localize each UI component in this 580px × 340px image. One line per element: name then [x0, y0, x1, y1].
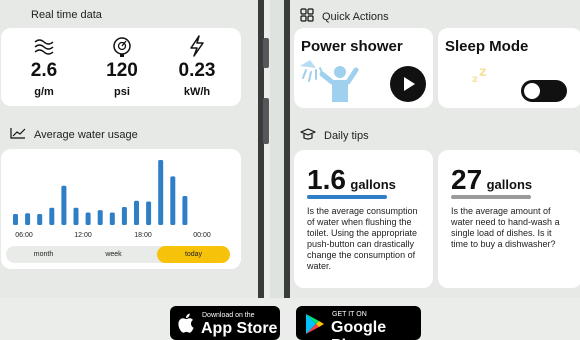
google-play-small-text: GET IT ON — [332, 311, 367, 318]
power-shower-label: Power shower — [301, 38, 403, 55]
left-phone-screen: Real time data 2.6 g/m 120 psi 0.23 kW/h — [0, 0, 264, 298]
tip-1-text: Is the average consumption of water when… — [307, 206, 418, 271]
apple-logo-icon — [178, 312, 196, 339]
usage-bar-11 — [146, 201, 152, 225]
app-store-badge[interactable]: Download on the App Store — [170, 306, 280, 340]
phone-gap — [270, 0, 284, 298]
range-month[interactable]: month — [6, 246, 81, 263]
usage-bar-chart — [13, 160, 188, 225]
range-week[interactable]: week — [76, 246, 151, 263]
lightning-bolt-icon — [162, 34, 232, 58]
sleep-mode-card: Sleep Mode z z — [438, 28, 580, 108]
app-store-big-text: App Store — [201, 320, 278, 337]
svg-text:z: z — [472, 74, 478, 85]
volume-button — [263, 38, 269, 68]
range-today[interactable]: today — [157, 246, 230, 263]
realtime-flow: 2.6 g/m — [9, 28, 79, 98]
usage-bar-2 — [37, 214, 43, 225]
flow-value: 2.6 — [30, 60, 58, 81]
realtime-title: Real time data — [31, 9, 102, 21]
usage-bar-7 — [97, 210, 103, 225]
pressure-unit: psi — [114, 86, 130, 98]
power-button — [263, 98, 269, 144]
tip-1-unit: gallons — [350, 177, 396, 192]
tip-2-headline: 27 gallons — [451, 164, 532, 196]
sleep-mode-label: Sleep Mode — [445, 38, 529, 55]
usage-bar-13 — [170, 176, 176, 225]
moon-zzz-icon: z z — [444, 62, 500, 111]
daily-tips-header: Daily tips — [300, 127, 369, 144]
usage-bar-0 — [13, 214, 18, 225]
usage-bar-9 — [121, 207, 127, 225]
tip-2-number: 27 — [451, 164, 483, 195]
tip-2-unit: gallons — [486, 177, 533, 192]
tip-2-accent-line — [451, 195, 531, 199]
usage-header: Average water usage — [10, 127, 138, 142]
app-store-small-text: Download on the — [202, 312, 255, 319]
sleep-mode-toggle[interactable] — [521, 80, 567, 102]
usage-bar-3 — [49, 207, 55, 225]
usage-bar-1 — [25, 213, 31, 225]
power-value: 0.23 — [178, 60, 216, 81]
water-waves-icon — [9, 34, 79, 58]
x-tick-1200: 12:00 — [74, 232, 92, 239]
tip-1-headline: 1.6 gallons — [307, 164, 396, 196]
tip-card-1: 1.6 gallons Is the average consumption o… — [294, 150, 433, 288]
pressure-gauge-icon — [87, 34, 157, 58]
usage-bar-14 — [182, 196, 188, 225]
tip-1-accent-line — [307, 195, 387, 199]
x-tick-0600: 06:00 — [15, 232, 33, 239]
usage-title: Average water usage — [34, 128, 138, 141]
usage-bar-4 — [61, 185, 67, 225]
power-shower-card[interactable]: Power shower — [294, 28, 433, 108]
tip-2-text: Is the average amount of water need to h… — [451, 206, 560, 249]
flow-unit: g/m — [34, 86, 54, 98]
usage-bar-5 — [73, 207, 79, 225]
google-play-logo-icon — [305, 313, 325, 340]
usage-bar-6 — [85, 212, 91, 225]
usage-bar-10 — [134, 200, 139, 225]
play-button[interactable] — [390, 66, 426, 102]
svg-text:z: z — [479, 65, 487, 80]
realtime-power: 0.23 kW/h — [162, 28, 232, 98]
usage-bar-12 — [158, 160, 164, 225]
quick-actions-header: Quick Actions — [300, 8, 389, 25]
power-unit: kW/h — [183, 86, 211, 98]
range-selector: month week today — [6, 246, 230, 263]
grid-icon — [300, 8, 314, 25]
tip-1-number: 1.6 — [307, 164, 346, 195]
google-play-big-text: Google Play — [331, 319, 387, 340]
usage-card: 06:00 12:00 18:00 00:00 month week today — [1, 149, 241, 269]
realtime-pressure: 120 psi — [87, 28, 157, 98]
tip-card-2: 27 gallons Is the average amount of wate… — [438, 150, 580, 288]
google-play-badge[interactable]: GET IT ON Google Play — [296, 306, 421, 340]
shower-person-icon — [296, 56, 366, 113]
play-icon — [404, 77, 415, 91]
x-tick-1800: 18:00 — [134, 232, 152, 239]
quick-actions-title: Quick Actions — [322, 10, 389, 23]
pressure-value: 120 — [106, 60, 138, 81]
toggle-knob — [524, 83, 540, 99]
line-chart-icon — [10, 127, 26, 142]
usage-bar-8 — [109, 212, 115, 225]
x-tick-0000: 00:00 — [193, 232, 211, 239]
realtime-card: 2.6 g/m 120 psi 0.23 kW/h — [1, 28, 241, 106]
daily-tips-title: Daily tips — [324, 129, 369, 142]
right-phone-screen: Quick Actions Power shower Sleep Mode z … — [284, 0, 580, 298]
graduation-cap-icon — [300, 127, 316, 144]
